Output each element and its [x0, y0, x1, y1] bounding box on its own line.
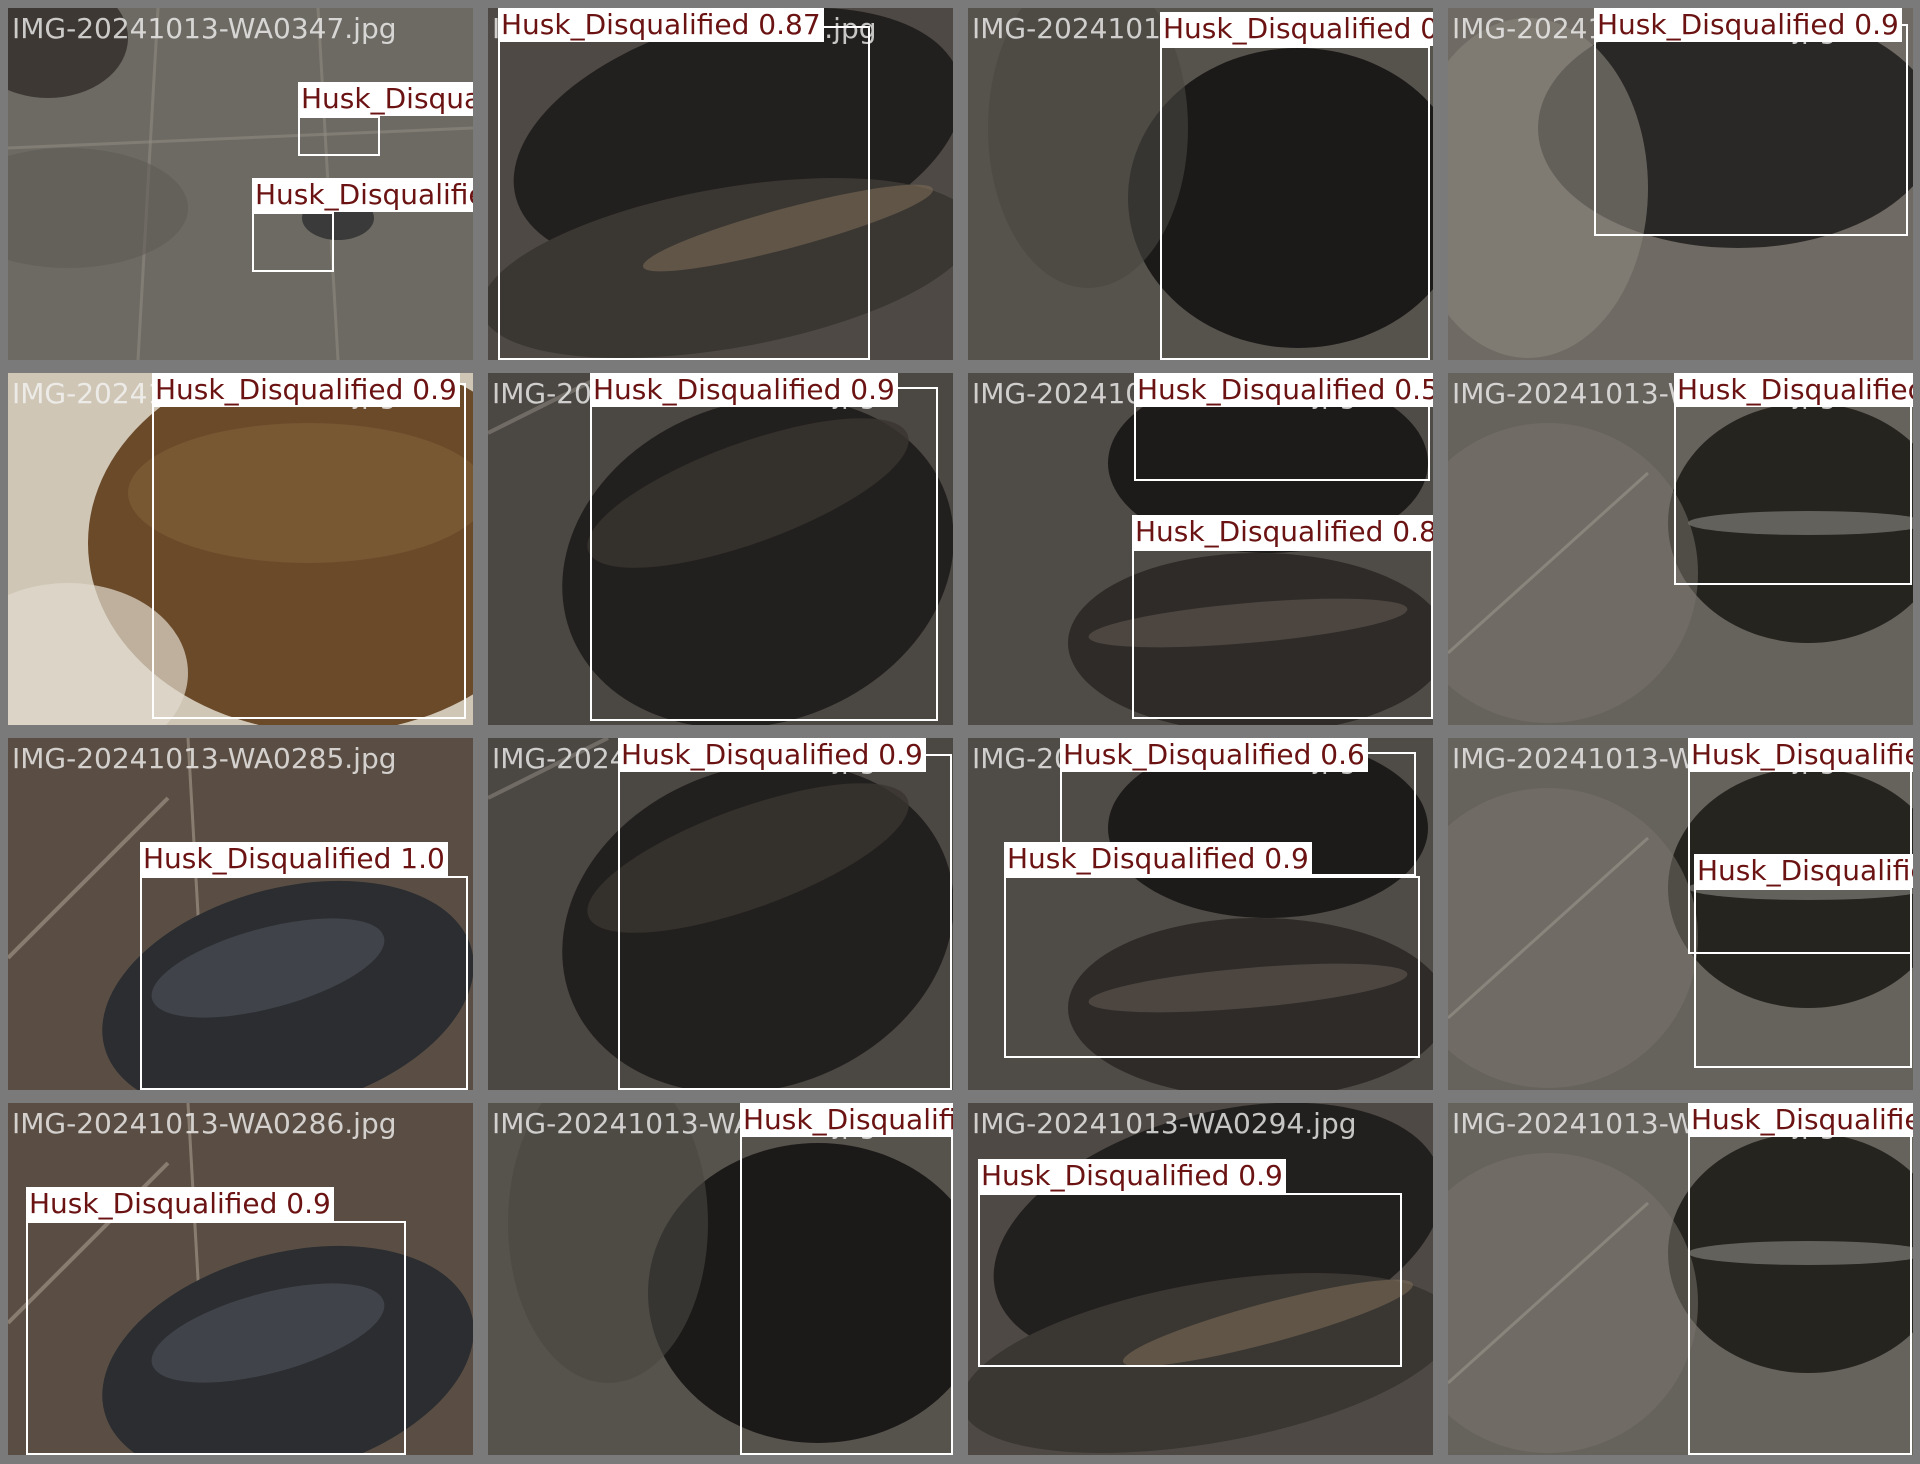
detection-label: Husk_Disqualified 1.0	[298, 82, 473, 116]
detection-label: Husk_Disqualified 0.9	[26, 1187, 334, 1221]
detection-label: Husk_Disqualified 0.9	[152, 373, 460, 407]
detection-tile: IMG-20241013-WA0296.jpg Husk_Disqualified…	[1448, 373, 1913, 725]
bounding-box	[26, 1221, 406, 1455]
bounding-box	[498, 26, 870, 360]
detection-label: Husk_Disqualified 0.6	[1694, 854, 1913, 888]
detection-label: Husk_Disqualified 0.9	[1594, 8, 1902, 42]
image-filename: IMG-20241013-WA0347.jpg	[12, 12, 397, 45]
bounding-box	[618, 754, 952, 1090]
bounding-box	[298, 116, 380, 156]
detection-tile: IMG-20241013-WA0288.jpgHusk_Disqualified…	[488, 373, 953, 725]
bounding-box	[1688, 1119, 1912, 1455]
detection-label: Husk_Disqualified 0.8	[1132, 515, 1433, 549]
detection-tile: IMG-20241013-WA0294.jpg Husk_Disqualified…	[968, 1103, 1433, 1455]
detection-label: Husk_Disqualified 0.9	[740, 1103, 953, 1137]
detection-mosaic: IMG-20241013-WA0347.jpg Husk_Disqualified…	[0, 0, 1920, 1464]
detection-tile: IMG-20241013-WA0289.jpgHusk_Disqualified…	[488, 738, 953, 1090]
detection-label: Husk_Disqualified 0.9	[1674, 373, 1913, 407]
image-filename: IMG-20241013-WA0286.jpg	[12, 1107, 397, 1140]
detection-label: Husk_Disqualified 0.87	[498, 8, 824, 42]
detection-label: Husk_Disqualified 0.9	[590, 373, 898, 407]
bounding-box	[978, 1193, 1402, 1367]
detection-label: Husk_Disqualified 1.0	[140, 842, 448, 876]
bounding-box	[1132, 549, 1433, 719]
bounding-box	[1694, 888, 1912, 1068]
bounding-box	[1594, 24, 1908, 236]
detection-tile: IMG-20241013-WA0297.jpgHusk_Disqualified…	[1448, 738, 1913, 1090]
detection-tile: IMG-20241013-WA0295.jpgHusk_Disqualified…	[1448, 8, 1913, 360]
image-filename: IMG-20241013-WA0294.jpg	[972, 1107, 1357, 1140]
detection-label: Husk_Disqualified 0.5	[1134, 373, 1433, 407]
bounding-box	[252, 212, 334, 272]
detection-label: Husk_Disqualified 0.5	[1688, 738, 1913, 772]
detection-label: Husk_Disqualified 0.9	[1688, 1103, 1913, 1137]
detection-label: Husk_Disqualified 0.9	[1004, 842, 1312, 876]
bounding-box	[740, 1119, 953, 1455]
bounding-box	[1160, 46, 1430, 360]
bounding-box	[1674, 385, 1912, 585]
bounding-box	[152, 383, 466, 719]
detection-tile: IMG-20241013-WA0293.jpgHusk_Disqualified…	[968, 738, 1433, 1090]
detection-tile: IMG-20241013-WA0292.jpgHusk_Disqualified…	[968, 373, 1433, 725]
detection-tile: IMG-20241013-WA0347.jpg Husk_Disqualified…	[8, 8, 473, 360]
detection-tile: IMG-20241013-WA0287.jpgHusk_Disqualified…	[488, 8, 953, 360]
detection-label: Husk_Disqualified 0.9	[618, 738, 926, 772]
detection-tile: IMG-20241013-WA0298.jpgHusk_Disqualified…	[1448, 1103, 1913, 1455]
detection-label: Husk_Disqualified 0.9	[978, 1159, 1286, 1193]
detection-tile: IMG-20241013-WA0291.jpgHusk_Disqualified…	[968, 8, 1433, 360]
detection-label: Husk_Disqualified 0.9	[1160, 12, 1433, 46]
image-filename: IMG-20241013-WA0285.jpg	[12, 742, 397, 775]
detection-label: Husk_Disqualified 0.6	[1060, 738, 1368, 772]
detection-tile: IMG-20241013-WA0286.jpg Husk_Disqualified…	[8, 1103, 473, 1455]
detection-tile: IMG-20241013-WA0290.jpgHusk_Disqualified…	[488, 1103, 953, 1455]
bounding-box	[1004, 876, 1420, 1058]
bounding-box	[590, 387, 938, 721]
detection-tile: IMG-20241013-WA0021.jpgHusk_Disqualified…	[8, 373, 473, 725]
detection-label: Husk_Disqualified 1.0	[252, 178, 473, 212]
detection-tile: IMG-20241013-WA0285.jpg Husk_Disqualified…	[8, 738, 473, 1090]
bounding-box	[140, 876, 468, 1090]
